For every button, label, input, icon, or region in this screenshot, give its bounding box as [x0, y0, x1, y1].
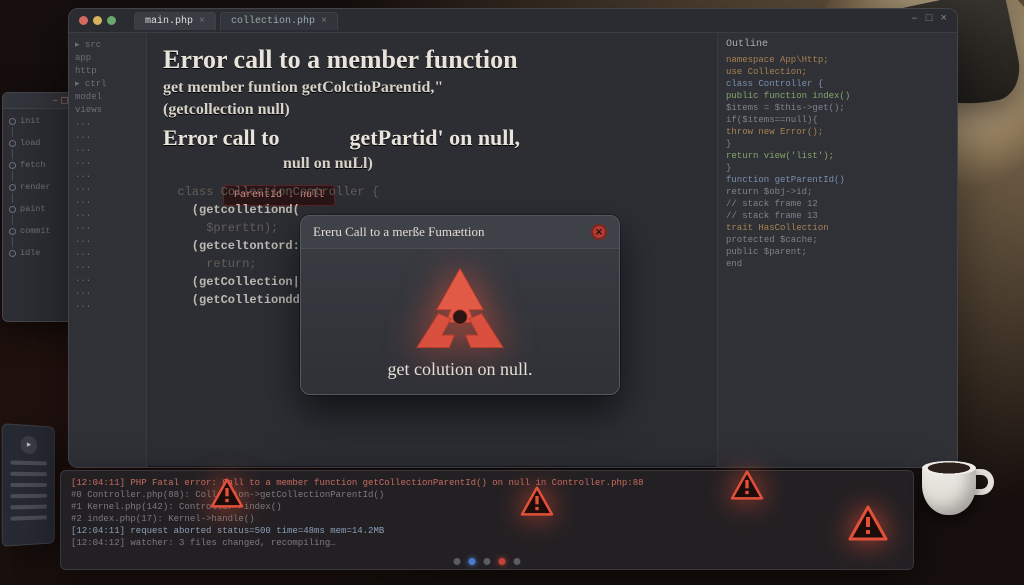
- explorer-item[interactable]: ▸ src: [75, 39, 140, 52]
- error-heading: Error call to a member function: [163, 45, 701, 75]
- editor-titlebar[interactable]: main.php× collection.php× – □ ×: [69, 9, 957, 33]
- error-subheading: (getcollection null): [163, 101, 701, 119]
- outline-line: // stack frame 13: [726, 210, 949, 222]
- file-explorer[interactable]: ▸ src app http ▸ ctrl model views ... ..…: [69, 33, 147, 467]
- explorer-item[interactable]: ...: [75, 273, 140, 286]
- close-dot-icon[interactable]: [79, 16, 88, 25]
- console-line: #2 index.php(17): Kernel->handle(): [71, 513, 903, 525]
- warning-triangle-icon: [210, 478, 244, 508]
- outline-line: function getParentId(): [726, 174, 949, 186]
- outline-line: return $obj->id;: [726, 186, 949, 198]
- explorer-item[interactable]: ...: [75, 221, 140, 234]
- outline-line: $items = $this->get();: [726, 102, 949, 114]
- warning-triangle-icon: [520, 486, 554, 516]
- side-node: init: [20, 115, 40, 127]
- editor-tabs[interactable]: main.php× collection.php×: [134, 12, 338, 30]
- side-node: paint: [20, 203, 46, 215]
- console-line: [12:04:11] request aborted status=500 ti…: [71, 525, 903, 537]
- explorer-item[interactable]: ▸ ctrl: [75, 78, 140, 91]
- console-line: #0 Controller.php(88): Collection->getCo…: [71, 489, 903, 501]
- coffee-cup: [922, 451, 994, 515]
- window-controls[interactable]: – □ ×: [911, 13, 947, 25]
- error-dialog[interactable]: Ereru Call to a merße Fumættion ⨯ get co…: [300, 215, 620, 395]
- traffic-lights[interactable]: [79, 16, 116, 25]
- play-icon[interactable]: ▸: [21, 436, 37, 455]
- tab-close-icon[interactable]: ×: [199, 16, 205, 27]
- outline-pane[interactable]: Outline namespace App\Http; use Collecti…: [717, 33, 957, 467]
- outline-line: trait HasCollection: [726, 222, 949, 234]
- stop-icon: ⨯: [591, 224, 607, 240]
- error-logo-icon: [405, 263, 515, 353]
- explorer-item[interactable]: ...: [75, 169, 140, 182]
- explorer-item[interactable]: ...: [75, 234, 140, 247]
- dialog-body: [301, 249, 619, 359]
- max-dot-icon[interactable]: [107, 16, 116, 25]
- console-line: [12:04:12] watcher: 3 files changed, rec…: [71, 537, 903, 549]
- explorer-item[interactable]: ...: [75, 208, 140, 221]
- outline-line: if($items==null){: [726, 114, 949, 126]
- outline-line: throw new Error();: [726, 126, 949, 138]
- perspective-card: ▸: [2, 423, 55, 547]
- minimize-icon[interactable]: –: [911, 13, 918, 25]
- explorer-item[interactable]: ...: [75, 299, 140, 312]
- status-dots: [454, 558, 521, 565]
- error-line: null on nuLl): [283, 155, 701, 173]
- dialog-footer: get colution on null.: [301, 359, 619, 394]
- explorer-item[interactable]: app: [75, 52, 140, 65]
- explorer-item[interactable]: ...: [75, 195, 140, 208]
- outline-header: Outline: [726, 39, 949, 50]
- outline-line: }: [726, 138, 949, 150]
- explorer-item[interactable]: ...: [75, 182, 140, 195]
- outline-line: namespace App\Http;: [726, 54, 949, 66]
- outline-line: protected $cache;: [726, 234, 949, 246]
- outline-line: return view('list');: [726, 150, 949, 162]
- warning-triangle-icon: [848, 505, 888, 541]
- outline-line: // stack frame 12: [726, 198, 949, 210]
- side-node: render: [20, 181, 51, 193]
- explorer-item[interactable]: ...: [75, 117, 140, 130]
- outline-line: public $parent;: [726, 246, 949, 258]
- console-line: [12:04:11] PHP Fatal error: Call to a me…: [71, 477, 903, 489]
- explorer-item[interactable]: ...: [75, 247, 140, 260]
- tab-close-icon[interactable]: ×: [321, 16, 327, 27]
- outline-line: public function index(): [726, 90, 949, 102]
- min-dot-icon[interactable]: [93, 16, 102, 25]
- console-line: #1 Kernel.php(142): Controller->index(): [71, 501, 903, 513]
- explorer-item[interactable]: ...: [75, 286, 140, 299]
- explorer-item[interactable]: ...: [75, 156, 140, 169]
- tab-main[interactable]: main.php×: [134, 12, 216, 30]
- explorer-item[interactable]: views: [75, 104, 140, 117]
- outline-line: use Collection;: [726, 66, 949, 78]
- explorer-item[interactable]: ...: [75, 130, 140, 143]
- console-panel[interactable]: [12:04:11] PHP Fatal error: Call to a me…: [60, 470, 914, 570]
- error-subheading: get member funtion getColctioParentid,": [163, 79, 701, 97]
- side-node: commit: [20, 225, 51, 237]
- explorer-item[interactable]: ...: [75, 260, 140, 273]
- warning-triangle-icon: [730, 470, 764, 500]
- maximize-icon[interactable]: □: [926, 13, 933, 25]
- outline-line: class Controller {: [726, 78, 949, 90]
- explorer-item[interactable]: model: [75, 91, 140, 104]
- side-node: fetch: [20, 159, 46, 171]
- outline-line: }: [726, 162, 949, 174]
- dialog-title: Ereru Call to a merße Fumættion: [313, 224, 485, 240]
- dialog-titlebar[interactable]: Ereru Call to a merße Fumættion ⨯: [301, 216, 619, 249]
- side-node: load: [20, 137, 40, 149]
- close-icon[interactable]: ×: [940, 13, 947, 25]
- outline-line: end: [726, 258, 949, 270]
- tab-secondary[interactable]: collection.php×: [220, 12, 338, 30]
- side-node: idle: [20, 247, 40, 259]
- error-line: Error call togetPartid' on null,: [163, 125, 701, 151]
- explorer-item[interactable]: http: [75, 65, 140, 78]
- explorer-item[interactable]: ...: [75, 143, 140, 156]
